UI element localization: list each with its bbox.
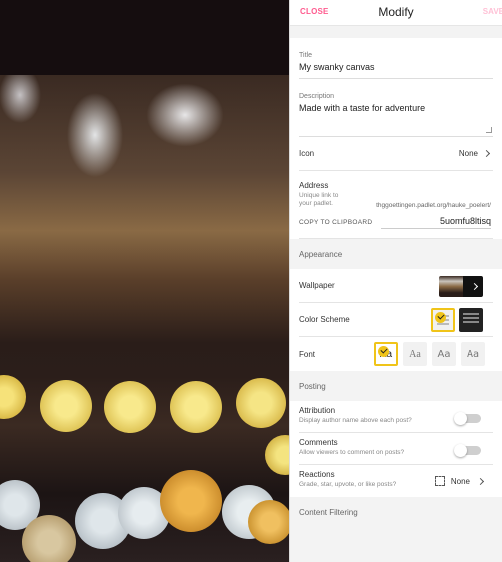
address-url-prefix: thggoettingen.padlet.org/hauke_poelert/ [376, 202, 491, 209]
color-scheme-options [431, 308, 483, 332]
address-help: Unique link to your padlet. [299, 192, 339, 207]
dashed-square-icon [434, 476, 445, 486]
color-scheme-row: Color Scheme [299, 303, 493, 337]
font-row: Font Aa Aa Aa Aa [299, 337, 493, 371]
reactions-row[interactable]: Reactions Grade, star, upvote, or like p… [299, 465, 493, 497]
light-scheme-option[interactable] [431, 308, 455, 332]
font-sample: Aa [466, 348, 480, 360]
icon-row[interactable]: Icon None [299, 137, 493, 171]
content-filtering-heading: Content Filtering [290, 497, 502, 527]
checkmark-icon [435, 312, 446, 323]
wallpaper-preview [0, 0, 289, 562]
title-label: Title [299, 52, 312, 59]
wallpaper-row[interactable]: Wallpaper [299, 269, 493, 303]
icon-value[interactable]: None [458, 149, 491, 158]
attribution-toggle[interactable] [454, 412, 481, 425]
posting-heading: Posting [290, 371, 502, 401]
description-label: Description [299, 93, 335, 100]
posting-section: Attribution Display author name above ea… [290, 401, 502, 497]
details-section: Title My swanky canvas Description Made … [290, 38, 502, 239]
chevron-right-icon [476, 477, 485, 485]
icon-value-text: None [458, 149, 478, 158]
comments-toggle[interactable] [454, 444, 481, 457]
modify-panel: CLOSE Modify SAVE Title My swanky canvas… [289, 0, 502, 562]
save-button[interactable]: SAVE [483, 7, 502, 16]
title-field[interactable]: Title My swanky canvas [299, 38, 493, 79]
panel-title: Modify [378, 5, 414, 19]
font-option-4[interactable]: Aa [461, 342, 485, 366]
icon-label: Icon [299, 149, 315, 158]
copy-to-clipboard-button[interactable]: COPY TO CLIPBOARD [299, 219, 372, 226]
comments-row: Comments Allow viewers to comment on pos… [299, 433, 493, 465]
wallpaper-picker[interactable] [439, 276, 483, 297]
spacer [290, 26, 502, 38]
wallpaper-next-button[interactable] [463, 276, 483, 297]
bokeh-photo [0, 75, 289, 562]
description-textarea[interactable]: Made with a taste for adventure [299, 103, 493, 137]
appearance-heading: Appearance [290, 239, 502, 269]
address-label: Address [299, 181, 329, 190]
font-sample: Aa [437, 348, 451, 360]
font-sample: Aa [409, 348, 421, 360]
resize-handle-icon[interactable] [486, 127, 492, 133]
checkmark-icon [378, 346, 389, 357]
address-block: Address Unique link to your padlet. thgg… [299, 171, 493, 239]
font-option-2[interactable]: Aa [403, 342, 427, 366]
wallpaper-label: Wallpaper [299, 281, 335, 290]
font-option-3[interactable]: Aa [432, 342, 456, 366]
chevron-right-icon [470, 282, 478, 291]
color-scheme-label: Color Scheme [299, 315, 350, 324]
font-label: Font [299, 349, 316, 359]
attribution-row: Attribution Display author name above ea… [299, 401, 493, 433]
description-field[interactable]: Description Made with a taste for advent… [299, 79, 493, 137]
panel-header: CLOSE Modify SAVE [290, 0, 502, 26]
wallpaper-dark-band [0, 0, 289, 75]
font-options: Aa Aa Aa Aa [374, 342, 485, 366]
description-text: Made with a taste for adventure [299, 103, 426, 113]
reactions-value[interactable]: None [434, 476, 485, 486]
reactions-value-text: None [450, 476, 470, 486]
font-option-1[interactable]: Aa [374, 342, 398, 366]
address-slug-input[interactable]: 5uomfu8ltisq [381, 216, 491, 229]
chevron-right-icon [482, 149, 491, 158]
appearance-section: Wallpaper Color Scheme Font Aa Aa Aa [290, 269, 502, 371]
dark-scheme-option[interactable] [459, 308, 483, 332]
wallpaper-thumbnail [439, 276, 463, 297]
title-input[interactable]: My swanky canvas [299, 62, 493, 79]
